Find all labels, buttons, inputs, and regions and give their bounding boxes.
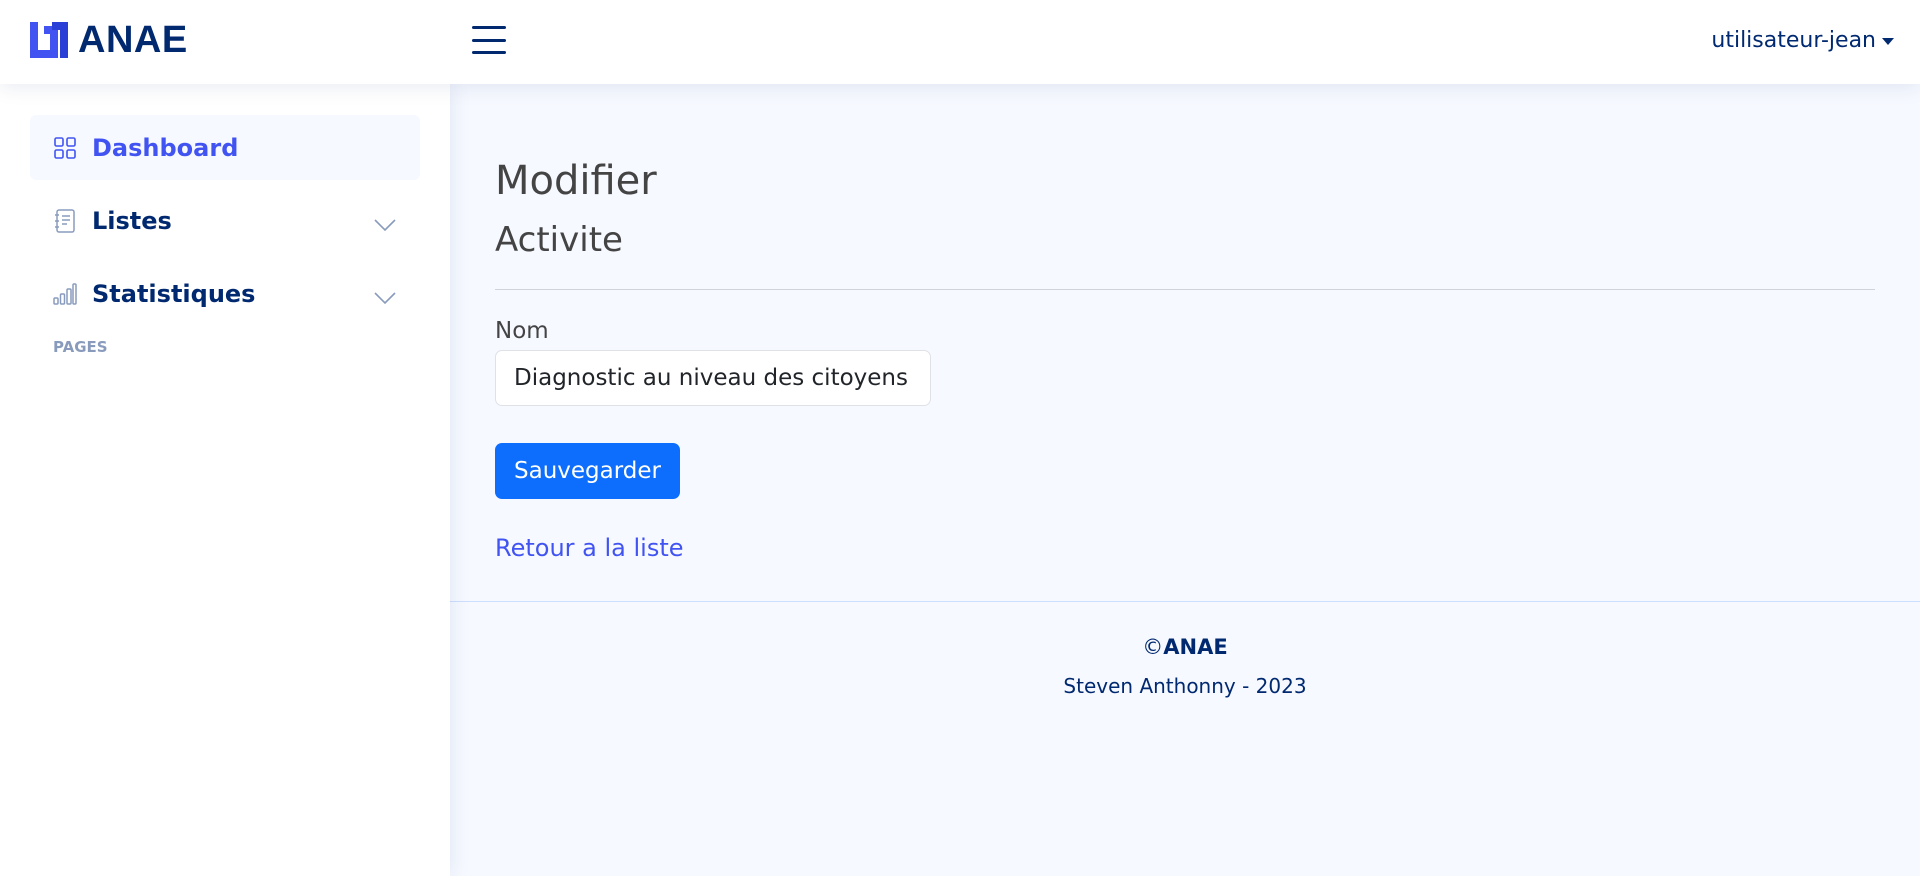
user-dropdown[interactable]: utilisateur-jean bbox=[1711, 24, 1894, 56]
caret-down-icon bbox=[1882, 37, 1894, 45]
logo[interactable]: ANAE bbox=[30, 18, 188, 61]
bar-chart-icon bbox=[52, 281, 78, 307]
sidebar-item-label: Statistiques bbox=[92, 279, 256, 308]
sidebar: Dashboard Listes Statistiques PAGES bbox=[0, 84, 450, 876]
top-header: ANAE utilisateur-jean bbox=[0, 0, 1920, 84]
back-to-list-link[interactable]: Retour a la liste bbox=[495, 534, 684, 562]
sidebar-item-statistiques[interactable]: Statistiques bbox=[30, 261, 420, 326]
chevron-down-icon bbox=[374, 283, 396, 311]
page-title: Modifier bbox=[495, 158, 657, 204]
save-button[interactable]: Sauvegarder bbox=[495, 443, 680, 499]
footer: ©ANAE Steven Anthonny - 2023 bbox=[450, 601, 1920, 876]
credits: Steven Anthonny - 2023 bbox=[1063, 674, 1307, 698]
hamburger-line bbox=[472, 51, 506, 54]
nom-label: Nom bbox=[495, 318, 549, 344]
logo-text: ANAE bbox=[78, 18, 188, 61]
copyright: ©ANAE bbox=[450, 635, 1920, 659]
sidebar-item-label: Listes bbox=[92, 206, 172, 235]
chevron-down-icon bbox=[374, 210, 396, 238]
user-name: utilisateur-jean bbox=[1711, 27, 1876, 53]
divider bbox=[495, 289, 1875, 290]
hamburger-icon bbox=[472, 26, 506, 29]
toggle-sidebar-button[interactable] bbox=[472, 24, 506, 56]
hamburger-line bbox=[472, 38, 506, 42]
grid-icon bbox=[52, 135, 78, 161]
nom-input[interactable] bbox=[495, 350, 931, 406]
journal-text-icon bbox=[52, 208, 78, 234]
sidebar-item-listes[interactable]: Listes bbox=[30, 188, 420, 253]
anae-logo-icon bbox=[30, 22, 68, 58]
sidebar-heading-pages: Pages bbox=[53, 338, 108, 356]
copyright-symbol: © bbox=[1142, 635, 1164, 659]
page-subtitle: Activite bbox=[495, 220, 623, 260]
main-content: Modifier Activite Nom Sauvegarder Retour… bbox=[450, 84, 1920, 601]
sidebar-item-dashboard[interactable]: Dashboard bbox=[30, 115, 420, 180]
copyright-brand: ANAE bbox=[1163, 635, 1228, 659]
sidebar-item-label: Dashboard bbox=[92, 133, 239, 162]
